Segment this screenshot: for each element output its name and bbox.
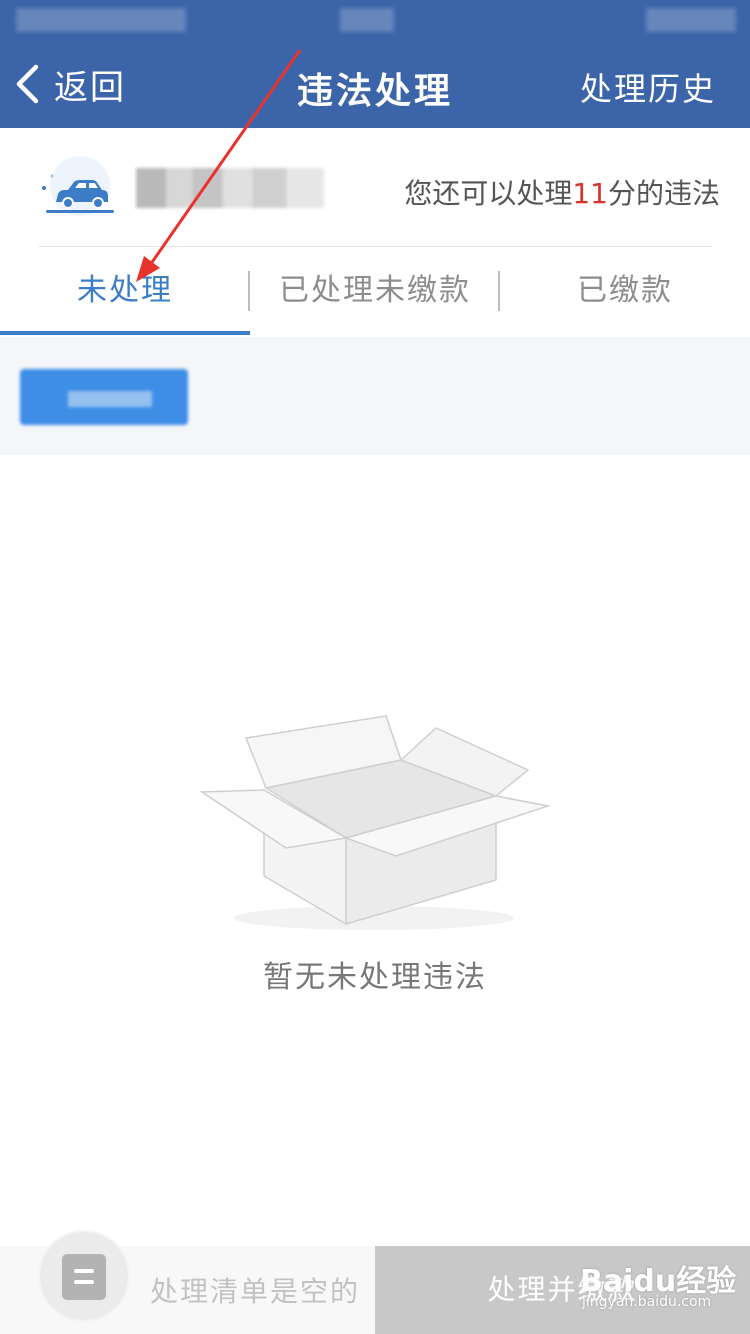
active-tab-indicator [0, 331, 250, 335]
remaining-points-suffix: 分的违法 [607, 177, 720, 210]
remaining-points-prefix: 您还可以处理 [404, 177, 573, 210]
back-label: 返回 [54, 67, 126, 108]
cart-area: 处理清单是空的 [0, 1232, 375, 1334]
filter-chip-label-redacted [68, 391, 152, 407]
empty-box-icon [196, 708, 554, 940]
tab-unprocessed[interactable]: 未处理 [0, 247, 250, 335]
filter-strip [0, 337, 750, 455]
empty-state-message: 暂无未处理违法 [263, 960, 487, 995]
status-blur-left [16, 8, 186, 32]
status-blur-center [340, 8, 394, 32]
tab-paid[interactable]: 已缴款 [500, 247, 750, 335]
car-icon [34, 152, 118, 222]
filter-chip-redacted[interactable] [20, 369, 188, 425]
cart-status-text: 处理清单是空的 [150, 1275, 361, 1308]
document-list-icon [62, 1254, 106, 1300]
status-bar [0, 0, 750, 40]
history-button[interactable]: 处理历史 [580, 64, 716, 110]
remaining-points: 您还可以处理11分的违法 [404, 172, 720, 212]
status-tabs: 未处理 已处理未缴款 已缴款 [0, 247, 750, 337]
bottom-bar: 处理清单是空的 处理并缴款 [0, 1232, 750, 1334]
cart-button[interactable] [40, 1232, 128, 1320]
tab-processed-unpaid[interactable]: 已处理未缴款 [250, 247, 500, 335]
vehicle-summary: 您还可以处理11分的违法 [0, 128, 750, 246]
process-and-pay-button[interactable]: 处理并缴款 [375, 1246, 750, 1334]
back-button[interactable]: 返回 [14, 58, 126, 110]
chevron-left-icon [14, 64, 40, 104]
nav-bar: 返回 违法处理 处理历史 [0, 40, 750, 128]
status-blur-right [646, 8, 736, 32]
license-plate-redacted [136, 168, 324, 208]
remaining-points-value: 11 [572, 177, 608, 210]
